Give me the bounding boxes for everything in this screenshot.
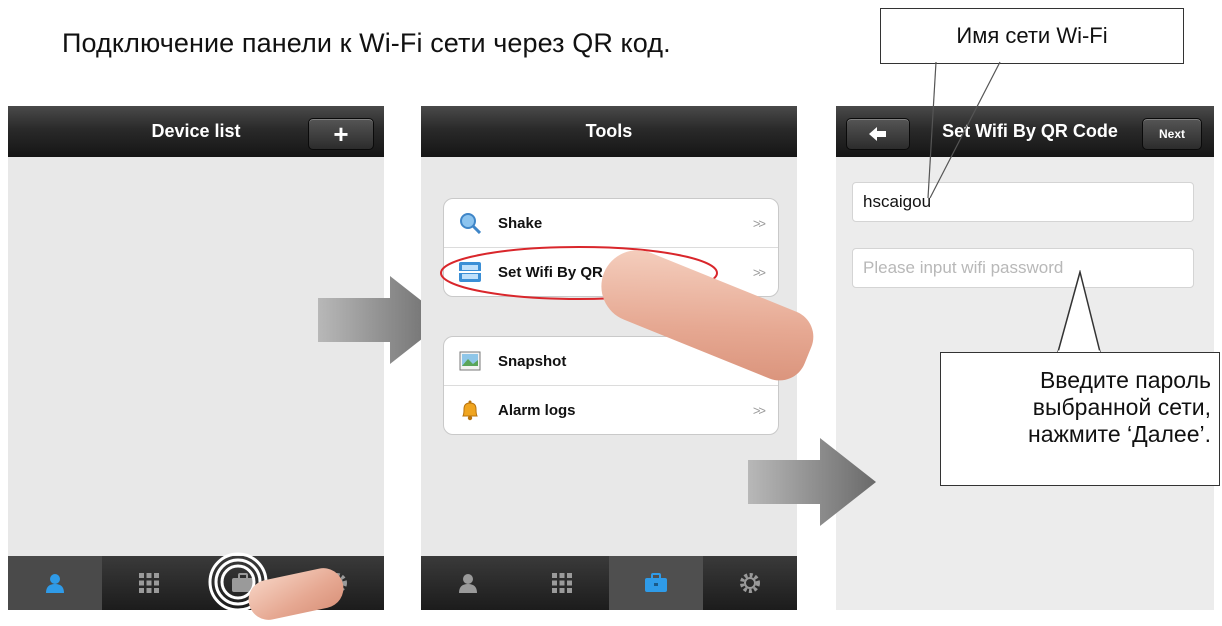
arrow-right-icon: [748, 438, 876, 526]
tools-item-label: Snapshot: [498, 352, 567, 370]
callout-pointer: [1057, 270, 1101, 354]
chevron-right-icon: >>: [752, 264, 766, 280]
tools-item-alarm-logs[interactable]: Alarm logs >>: [444, 386, 778, 434]
navbar: Tools: [421, 106, 797, 157]
tab-bar: [421, 556, 797, 610]
picture-icon: [458, 349, 482, 373]
callout-network-name: Имя сети Wi-Fi: [880, 8, 1184, 64]
magnifier-icon: [458, 211, 482, 235]
callout-line: выбранной сети,: [1032, 394, 1211, 420]
navbar: Device list +: [8, 106, 384, 157]
tab-devices[interactable]: [421, 556, 515, 610]
tab-grid[interactable]: [515, 556, 609, 610]
tools-item-label: Alarm logs: [498, 401, 576, 419]
person-icon: [459, 574, 477, 593]
person-icon: [46, 574, 64, 593]
grid-icon: [139, 573, 159, 593]
grid-icon: [552, 573, 572, 593]
bell-icon: [458, 398, 482, 422]
tab-settings[interactable]: [703, 556, 797, 610]
tools-item-label: Shake: [498, 214, 543, 232]
wifi-password-field[interactable]: [852, 248, 1194, 288]
tools-item-shake[interactable]: Shake >>: [444, 199, 778, 248]
gear-icon: [740, 573, 760, 593]
callout-line: нажмите ‘Далее’.: [1028, 421, 1211, 447]
callout-pointer: [927, 61, 1001, 199]
page-heading: Подключение панели к Wi-Fi сети через QR…: [62, 28, 671, 58]
chevron-right-icon: >>: [752, 215, 766, 231]
navbar: Set Wifi By QR Code Next: [836, 106, 1214, 157]
tab-grid[interactable]: [102, 556, 196, 610]
next-button[interactable]: Next: [1142, 118, 1202, 150]
tab-devices[interactable]: [8, 556, 102, 610]
chevron-right-icon: >>: [752, 402, 766, 418]
add-device-button[interactable]: +: [308, 118, 374, 150]
callout-line: Введите пароль: [1039, 367, 1211, 393]
back-arrow-icon: [869, 127, 886, 141]
screen-title: Tools: [585, 121, 633, 141]
callout-password-hint: Введите пароль выбранной сети, нажмите ‘…: [940, 352, 1220, 486]
tab-tools[interactable]: [609, 556, 703, 610]
toolbox-icon: [645, 573, 667, 592]
